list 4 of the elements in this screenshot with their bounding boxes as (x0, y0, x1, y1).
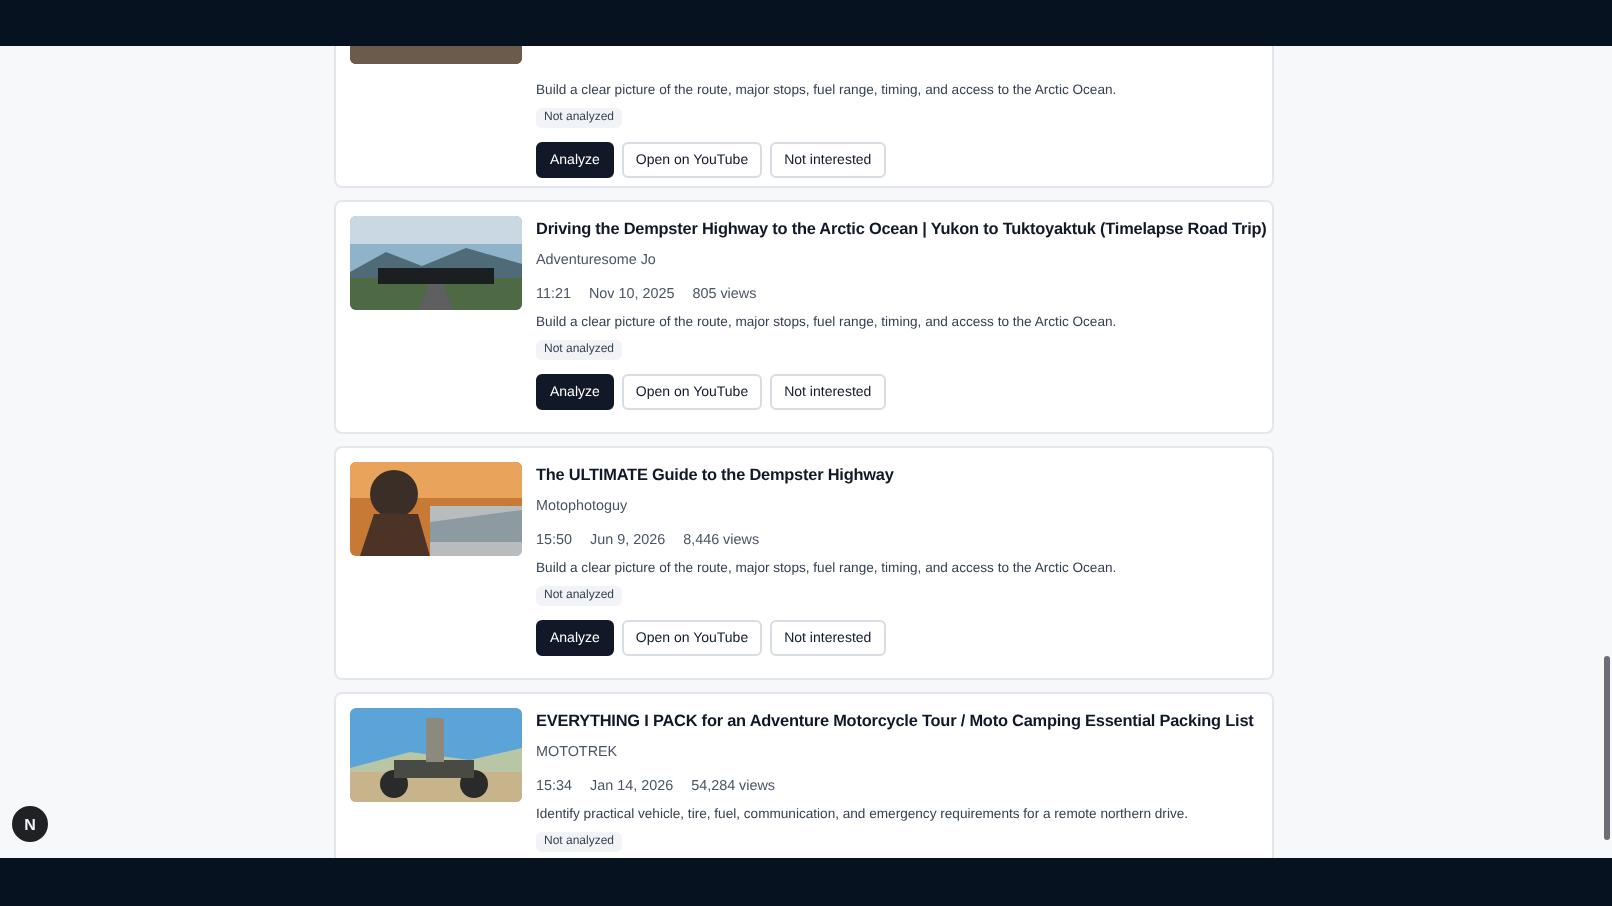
video-title[interactable]: The ULTIMATE Guide to the Dempster Highway (536, 466, 894, 484)
scrollbar-thumb[interactable] (1604, 656, 1610, 840)
video-title[interactable]: Driving the Dempster Highway to the Arctic Ocean | Yukon to Tuktoyaktuk (Timelapse Road Trip) (536, 220, 1267, 238)
video-title[interactable]: EVERYTHING I PACK for an Adventure Motorcycle Tour / Moto Camping Essential Packing List (536, 712, 1254, 730)
